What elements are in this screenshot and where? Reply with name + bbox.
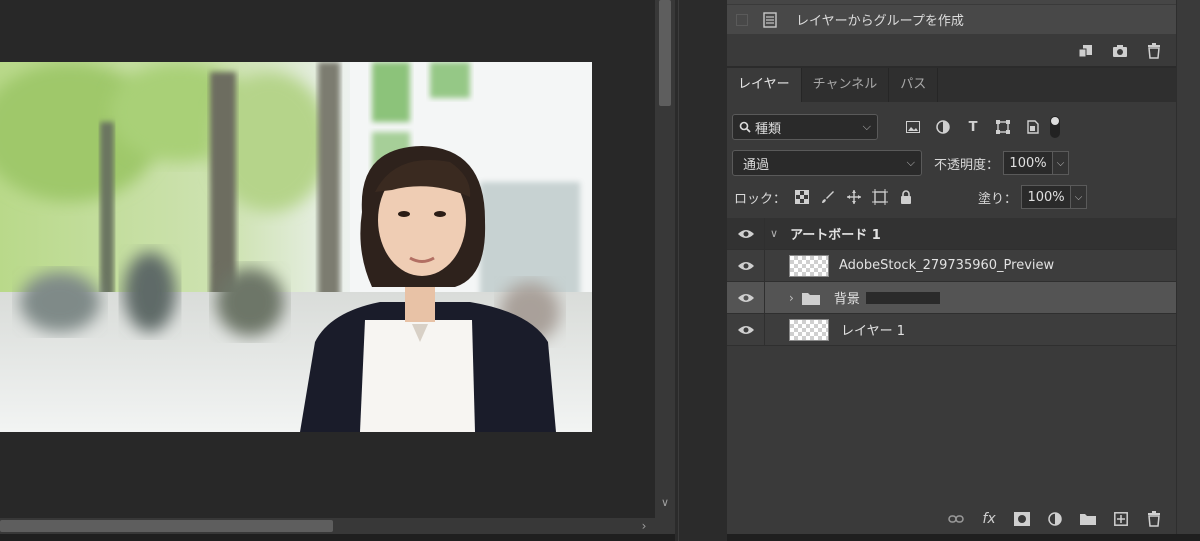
row-separator <box>764 250 765 281</box>
layer-row-group[interactable]: › 背景 <box>727 282 1176 314</box>
layer-filter-row: 種類 ⌵ T <box>727 112 1200 142</box>
filter-smart-object-icon[interactable] <box>1024 118 1042 136</box>
row-separator <box>764 314 765 345</box>
chevron-right-icon[interactable]: › <box>789 291 794 305</box>
trash-icon[interactable] <box>1144 509 1164 529</box>
opacity-input[interactable]: 100% <box>1003 151 1054 175</box>
layer-row-artboard[interactable]: ∨ アートボード 1 <box>727 218 1176 250</box>
adjustment-icon[interactable] <box>1045 509 1065 529</box>
layers-footer: fx <box>727 504 1176 534</box>
panel-scrollbar[interactable] <box>1176 0 1200 534</box>
lock-row: ロック： 塗り： 100% ⌵ <box>727 184 1200 210</box>
folder-icon[interactable] <box>1078 509 1098 529</box>
action-row-label: レイヤーからグループを作成 <box>796 14 964 29</box>
fill-dropdown-icon[interactable]: ⌵ <box>1071 185 1088 209</box>
lock-transparent-pixels-icon[interactable] <box>794 189 810 205</box>
fill-label: 塗り： <box>978 191 1018 207</box>
row-separator <box>764 218 765 249</box>
visibility-eye-icon[interactable] <box>737 259 755 273</box>
lock-image-pixels-icon[interactable] <box>820 189 836 205</box>
layer-row-smart-object[interactable]: AdobeStock_279735960_Preview <box>727 250 1176 282</box>
chevron-down-icon[interactable]: ∨ <box>770 227 778 240</box>
visibility-eye-icon[interactable] <box>737 323 755 337</box>
search-icon <box>739 121 751 133</box>
trash-icon[interactable] <box>1144 41 1164 61</box>
lock-label: ロック： <box>734 191 787 207</box>
status-strip <box>0 534 1200 541</box>
filter-icons: T <box>904 118 1042 136</box>
action-dialog-icon <box>763 11 777 28</box>
filter-shape-icon[interactable] <box>994 118 1012 136</box>
filter-type-icon[interactable]: T <box>964 118 982 136</box>
filter-kind-select[interactable]: 種類 ⌵ <box>732 114 878 140</box>
tab-paths[interactable]: パス <box>889 68 939 102</box>
scroll-down-arrow-icon[interactable]: ∨ <box>655 496 675 509</box>
fill-input[interactable]: 100% <box>1021 185 1072 209</box>
document-canvas-area[interactable] <box>0 0 655 541</box>
action-toggle-checkbox[interactable] <box>736 13 748 26</box>
folder-icon <box>801 292 820 305</box>
canvas-image <box>0 62 592 432</box>
lock-all-icon[interactable] <box>898 189 914 205</box>
panel-divider <box>678 0 679 541</box>
vertical-scroll-thumb[interactable] <box>659 0 671 106</box>
tab-layers[interactable]: レイヤー <box>727 68 802 102</box>
filter-pixel-icon[interactable] <box>904 118 922 136</box>
lock-position-icon[interactable] <box>846 189 862 205</box>
fx-icon[interactable]: fx <box>979 509 999 529</box>
actions-footer <box>727 36 1176 66</box>
layer-thumbnail <box>789 254 829 277</box>
visibility-eye-icon[interactable] <box>737 227 755 241</box>
filter-kind-value: 種類 <box>755 121 782 137</box>
opacity-dropdown-icon[interactable]: ⌵ <box>1053 151 1070 175</box>
scroll-right-arrow-icon[interactable]: › <box>636 518 652 534</box>
tab-channels[interactable]: チャンネル <box>802 68 890 102</box>
layer-name: AdobeStock_279735960_Preview <box>839 258 1055 273</box>
visibility-eye-icon[interactable] <box>737 291 755 305</box>
layers-panel: レイヤー チャンネル パス 種類 ⌵ T 通過 ⌵ 不透明度： 100% ⌵ ロ… <box>727 68 1200 534</box>
panel-tabs: レイヤー チャンネル パス <box>727 68 1200 102</box>
chevron-down-icon: ⌵ <box>862 120 871 133</box>
vertical-scrollbar[interactable]: ∨ <box>655 0 675 541</box>
chevron-down-icon: ⌵ <box>906 156 915 169</box>
blend-row: 通過 ⌵ 不透明度： 100% ⌵ <box>727 149 1200 177</box>
layer-thumbnail <box>789 318 829 341</box>
new-action-icon[interactable] <box>1076 41 1096 61</box>
layer-name: アートボード 1 <box>790 228 881 243</box>
new-layer-icon[interactable] <box>1111 509 1131 529</box>
actions-panel: レイヤーからグループを作成 <box>727 0 1176 66</box>
blend-mode-select[interactable]: 通過 ⌵ <box>732 150 922 176</box>
row-separator <box>764 282 765 313</box>
layer-row-pixel[interactable]: レイヤー 1 <box>727 314 1176 346</box>
layers-list: ∨ アートボード 1 AdobeStock_279735960_Preview … <box>727 218 1176 346</box>
lock-icons <box>794 189 914 205</box>
mask-icon[interactable] <box>1012 509 1032 529</box>
horizontal-scrollbar[interactable]: › <box>0 518 655 534</box>
camera-icon[interactable] <box>1110 41 1130 61</box>
rename-input[interactable] <box>865 291 940 304</box>
filter-toggle-switch[interactable] <box>1050 116 1060 138</box>
horizontal-scroll-thumb[interactable] <box>0 520 333 532</box>
link-icon[interactable] <box>946 509 966 529</box>
lock-artboard-icon[interactable] <box>872 189 889 205</box>
filter-adjustment-icon[interactable] <box>934 118 952 136</box>
layer-name: 背景 <box>833 292 860 307</box>
panel-dock-gap <box>675 0 727 541</box>
layer-name: レイヤー 1 <box>841 324 906 339</box>
blend-mode-value: 通過 <box>743 157 770 173</box>
opacity-label: 不透明度： <box>934 157 1000 173</box>
action-row[interactable]: レイヤーからグループを作成 <box>727 5 1176 34</box>
